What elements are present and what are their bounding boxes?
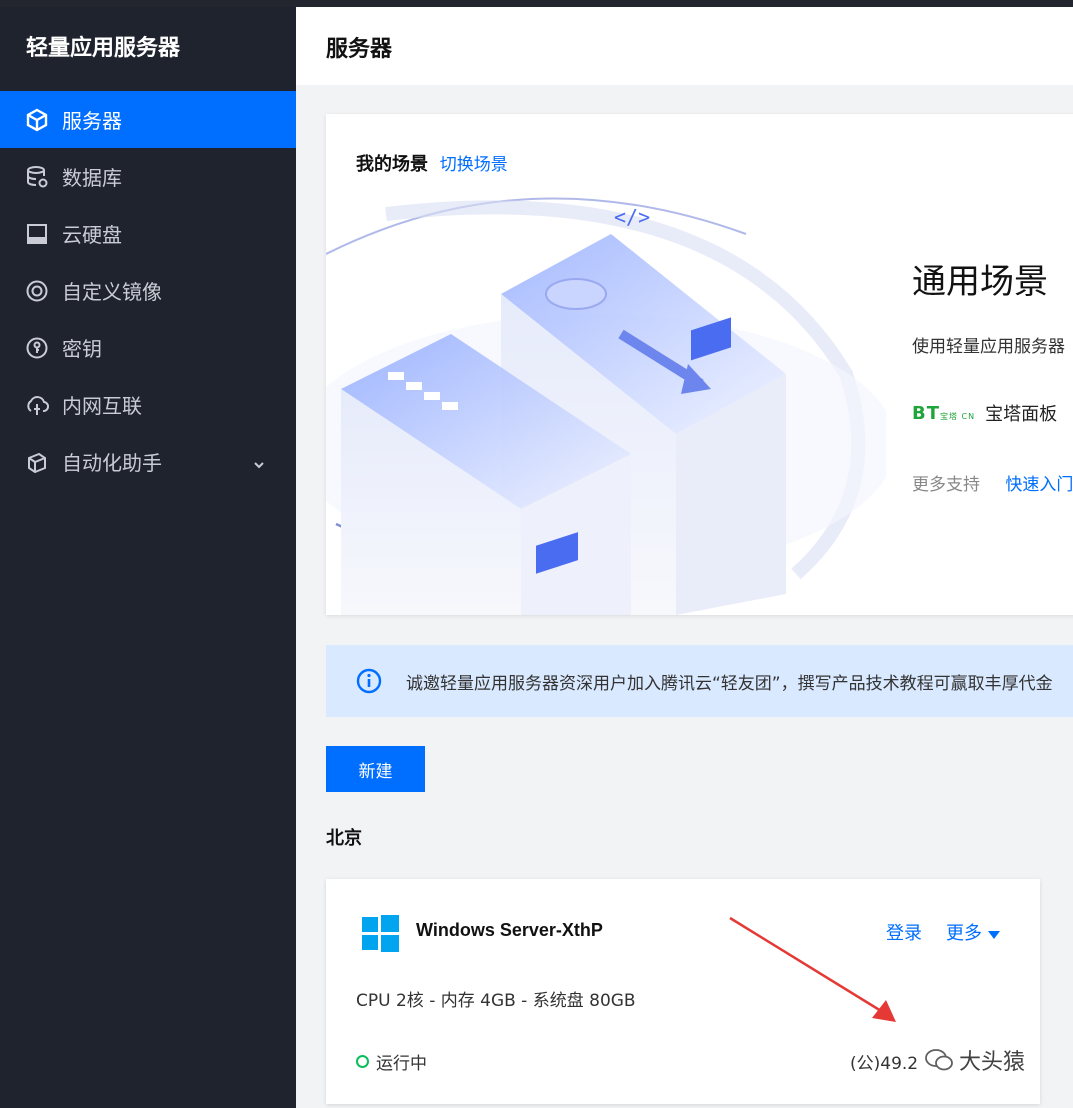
disk-icon <box>25 222 49 246</box>
sidebar-item-label: 内网互联 <box>62 394 142 418</box>
server-ip: (公)49.2 <box>850 1054 919 1074</box>
sidebar-item-label: 云硬盘 <box>62 223 122 247</box>
info-icon <box>356 668 382 694</box>
status-label: 运行中 <box>376 1054 427 1074</box>
watermark-text: 大头猿 <box>959 1050 1026 1075</box>
more-label: 更多 <box>946 923 982 944</box>
wechat-icon <box>925 1049 953 1071</box>
server-spec: CPU 2核 - 内存 4GB - 系统盘 80GB <box>356 991 636 1011</box>
image-icon <box>25 279 49 303</box>
sidebar-item-automation[interactable]: 自动化助手 <box>0 433 296 490</box>
svg-text:</>: </> <box>614 205 650 229</box>
server-illustration: </> <box>326 197 886 615</box>
sidebar-item-custom-image[interactable]: 自定义镜像 <box>0 262 296 319</box>
window-top-strip <box>0 0 1073 7</box>
bt-panel-label: 宝塔面板 <box>985 404 1058 425</box>
watermark: 大头猿 <box>925 1044 1025 1076</box>
sidebar: 轻量应用服务器 服务器 数据库 云硬盘 自定义镜像 密钥 内网互联 自动化助手 <box>0 7 296 1108</box>
scene-more-row: 更多支持 快速入门 <box>912 470 1073 495</box>
page-header: 服务器 <box>296 7 1073 85</box>
sidebar-item-label: 密钥 <box>62 337 102 361</box>
page-title: 服务器 <box>326 37 393 62</box>
region-title: 北京 <box>326 828 362 849</box>
network-icon <box>25 393 49 417</box>
sidebar-item-disk[interactable]: 云硬盘 <box>0 205 296 262</box>
sidebar-item-label: 服务器 <box>62 109 122 133</box>
cube-icon <box>25 108 49 132</box>
scene-card: 我的场景 切换场景 </> 通用场景 使用轻量应用服务器 BT宝塔 CN 宝塔面… <box>326 114 1073 615</box>
sidebar-item-label: 自动化助手 <box>62 451 162 475</box>
annotation-arrow <box>729 916 896 1022</box>
scene-heading: 我的场景 <box>356 154 428 175</box>
switch-scene-link[interactable]: 切换场景 <box>440 155 508 175</box>
scene-info: 通用场景 使用轻量应用服务器 BT宝塔 CN 宝塔面板 更多支持 快速入门 <box>912 114 1073 614</box>
chevron-down-icon <box>252 453 266 469</box>
bt-panel-row: BT宝塔 CN 宝塔面板 <box>912 400 1057 426</box>
scene-description: 使用轻量应用服务器 <box>912 337 1065 357</box>
database-icon <box>25 165 49 189</box>
more-dropdown[interactable]: 更多 <box>934 919 1000 945</box>
caret-down-icon <box>988 931 1000 939</box>
bt-logo: BT宝塔 CN <box>912 402 976 424</box>
automation-icon <box>25 450 49 474</box>
sidebar-item-keys[interactable]: 密钥 <box>0 319 296 376</box>
scene-title: 通用场景 <box>912 262 1048 302</box>
key-icon <box>25 336 49 360</box>
new-button[interactable]: 新建 <box>326 746 425 792</box>
server-status: 运行中 <box>356 1049 427 1074</box>
banner-text: 诚邀轻量应用服务器资深用户加入腾讯云“轻友团”，撰写产品技术教程可赢取丰厚代金 <box>406 674 1053 694</box>
status-running-icon <box>356 1055 369 1068</box>
sidebar-item-database[interactable]: 数据库 <box>0 148 296 205</box>
sidebar-item-label: 数据库 <box>62 166 122 190</box>
quick-start-link[interactable]: 快速入门 <box>1005 475 1073 495</box>
more-support-label: 更多支持 <box>912 475 980 495</box>
sidebar-brand: 轻量应用服务器 <box>26 36 181 61</box>
server-name[interactable]: Windows Server-XthP <box>416 920 603 941</box>
sidebar-item-network[interactable]: 内网互联 <box>0 376 296 433</box>
sidebar-item-servers[interactable]: 服务器 <box>0 91 296 148</box>
windows-icon <box>362 915 399 952</box>
sidebar-item-label: 自定义镜像 <box>62 280 162 304</box>
scene-heading-row: 我的场景 切换场景 <box>356 150 508 176</box>
info-banner: 诚邀轻量应用服务器资深用户加入腾讯云“轻友团”，撰写产品技术教程可赢取丰厚代金 <box>326 645 1073 717</box>
